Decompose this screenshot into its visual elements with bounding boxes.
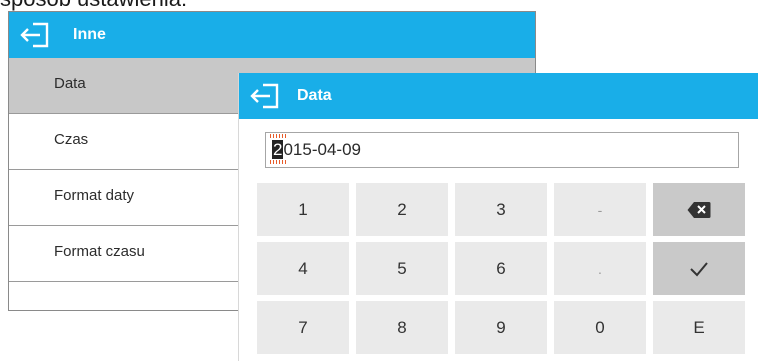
date-dialog: Data 2015-04-09 1 2 3 - 4 5 6 . 7 8 9 0 <box>239 73 758 361</box>
key-label: 6 <box>496 258 506 278</box>
key-label: 8 <box>397 317 407 337</box>
backspace-button[interactable] <box>653 183 745 236</box>
key-label: 5 <box>397 258 407 278</box>
key-9[interactable]: 9 <box>455 301 547 354</box>
key-dot[interactable]: . <box>554 242 646 295</box>
key-label: E <box>693 317 705 337</box>
key-e[interactable]: E <box>653 301 745 354</box>
backspace-icon <box>687 201 711 218</box>
menu-item-label: Format czasu <box>54 243 145 260</box>
menu-item-label: Format daty <box>54 187 135 204</box>
menu-item-label: Czas <box>54 131 89 148</box>
key-label: 1 <box>298 199 308 219</box>
key-label: 4 <box>298 258 308 278</box>
key-label: 7 <box>298 317 308 337</box>
key-3[interactable]: 3 <box>455 183 547 236</box>
inne-title-bar: Inne <box>9 12 535 58</box>
key-label: 3 <box>496 199 506 219</box>
key-1[interactable]: 1 <box>257 183 349 236</box>
key-label: - <box>597 201 603 218</box>
confirm-button[interactable] <box>653 242 745 295</box>
exit-arrow-icon <box>250 83 279 109</box>
key-2[interactable]: 2 <box>356 183 448 236</box>
checkmark-icon <box>690 261 708 276</box>
back-button[interactable] <box>13 15 59 55</box>
key-label: 2 <box>397 199 407 219</box>
key-7[interactable]: 7 <box>257 301 349 354</box>
key-label: . <box>598 260 602 277</box>
key-minus[interactable]: - <box>554 183 646 236</box>
key-label: 9 <box>496 317 506 337</box>
date-input[interactable]: 2015-04-09 <box>265 132 739 168</box>
key-label: 0 <box>595 317 605 337</box>
inne-title: Inne <box>73 26 106 43</box>
key-0[interactable]: 0 <box>554 301 646 354</box>
key-4[interactable]: 4 <box>257 242 349 295</box>
dialog-back-button[interactable] <box>243 76 289 116</box>
cursor-char: 2 <box>272 140 284 159</box>
date-dialog-title: Data <box>297 87 332 104</box>
key-6[interactable]: 6 <box>455 242 547 295</box>
key-8[interactable]: 8 <box>356 301 448 354</box>
date-dialog-title-bar: Data <box>239 73 758 119</box>
menu-item-label: Data <box>54 75 86 92</box>
exit-arrow-icon <box>20 22 49 48</box>
date-value-rest: 015-04-09 <box>283 140 361 159</box>
key-5[interactable]: 5 <box>356 242 448 295</box>
